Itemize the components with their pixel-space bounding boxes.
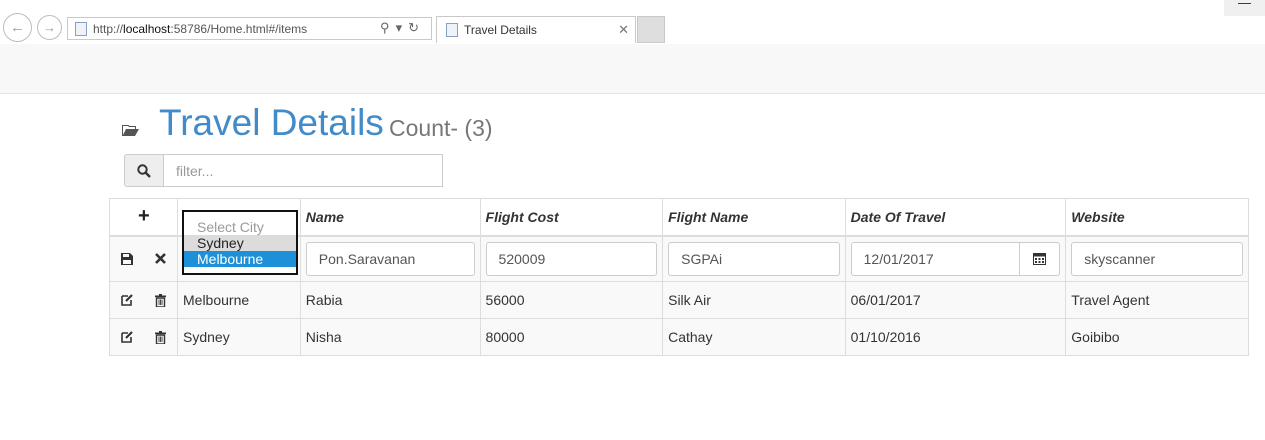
page-icon (75, 21, 87, 36)
col-header-flight-cost: Flight Cost (479, 198, 664, 237)
search-icon (137, 163, 151, 178)
tab-title: Travel Details (464, 23, 537, 37)
address-bar[interactable]: http://localhost:58786/Home.html#/items … (67, 17, 432, 40)
back-arrow-icon[interactable]: ← (3, 13, 32, 42)
table-row: Melbourne Rabia 56000 Silk Air 06/01/201… (109, 281, 1249, 319)
col-header-date-of-travel: Date Of Travel (844, 198, 1067, 237)
website-cell: skyscanner (1065, 235, 1249, 282)
cell-flight-name: Silk Air (662, 281, 846, 319)
city-option-placeholder[interactable]: Select City (184, 219, 296, 235)
item-count: Count- (3) (389, 115, 493, 141)
tab-page-icon (446, 23, 458, 37)
col-header-name: Name (299, 198, 481, 237)
edit-icon[interactable] (121, 294, 133, 306)
date-of-travel-input[interactable]: 12/01/2017 (850, 241, 1021, 276)
browser-titlebar: ← → http://localhost:58786/Home.html#/it… (0, 0, 1265, 44)
row-actions (109, 318, 178, 356)
minimize-button[interactable]: — (1224, 0, 1265, 16)
cell-website: Goibibo (1065, 318, 1249, 356)
flight-name-input[interactable]: SGPAi (668, 241, 840, 276)
dropdown-icon[interactable]: ▾ (396, 20, 409, 35)
save-icon[interactable] (121, 252, 133, 265)
city-option-melbourne[interactable]: Melbourne (184, 251, 296, 267)
filter-group (124, 154, 443, 187)
search-icon[interactable]: ⚲ (380, 20, 396, 35)
flight-name-cell: SGPAi (662, 235, 846, 282)
trash-icon[interactable] (155, 330, 166, 344)
cell-flight-name: Cathay (662, 318, 846, 356)
close-icon[interactable]: ✕ (618, 22, 629, 38)
cell-date-of-travel: 01/10/2016 (844, 318, 1067, 356)
cell-name: Rabia (299, 281, 481, 319)
edit-icon[interactable] (121, 331, 133, 343)
date-cell: 12/01/2017 (844, 235, 1067, 282)
edit-actions (109, 235, 178, 282)
flight-cost-cell: 520009 (479, 235, 664, 282)
browser-toolbar: ← → http://localhost:58786/Home.html#/it… (0, 0, 1265, 94)
table-row: Sydney Nisha 80000 Cathay 01/10/2016 Goi… (109, 318, 1249, 356)
page-title: Travel Details (159, 102, 384, 143)
browser-tab[interactable]: Travel Details ✕ (436, 16, 636, 43)
url-prefix: http:// (93, 21, 124, 36)
cell-flight-cost: 56000 (479, 281, 664, 319)
website-input[interactable]: skyscanner (1071, 241, 1243, 276)
col-header-flight-name: Flight Name (662, 198, 846, 237)
cell-flight-cost: 80000 (479, 318, 664, 356)
city-option-sydney[interactable]: Sydney (184, 235, 296, 251)
flight-cost-input[interactable]: 520009 (485, 241, 658, 276)
cell-date-of-travel: 06/01/2017 (844, 281, 1067, 319)
trash-icon[interactable] (155, 293, 166, 307)
row-actions (109, 281, 178, 319)
filter-input[interactable] (164, 154, 443, 187)
city-select-list[interactable]: Select City Sydney Melbourne (182, 210, 298, 275)
refresh-icon[interactable]: ↻ (408, 20, 425, 35)
cell-name: Nisha (299, 318, 481, 356)
url-host: localhost (123, 21, 171, 36)
cell-city: Melbourne (177, 281, 301, 319)
date-picker: 12/01/2017 (850, 241, 1061, 276)
calendar-button[interactable] (1020, 241, 1061, 276)
new-tab-button[interactable] (637, 16, 665, 43)
calendar-icon (1033, 253, 1047, 266)
cell-city: Sydney (177, 318, 301, 356)
col-header-website: Website (1065, 198, 1249, 237)
url-path: :58786/Home.html#/items (170, 21, 308, 36)
search-addon (124, 154, 164, 187)
folder-open-icon (122, 125, 139, 136)
address-actions: ⚲▾↻ (380, 20, 425, 36)
name-cell: Pon.Saravanan (299, 235, 481, 282)
forward-arrow-icon[interactable]: → (37, 15, 62, 40)
add-cell: + (109, 198, 178, 237)
cell-website: Travel Agent (1065, 281, 1249, 319)
add-row-button[interactable]: + (110, 205, 177, 228)
name-input[interactable]: Pon.Saravanan (305, 241, 475, 276)
cancel-icon[interactable] (155, 253, 166, 265)
